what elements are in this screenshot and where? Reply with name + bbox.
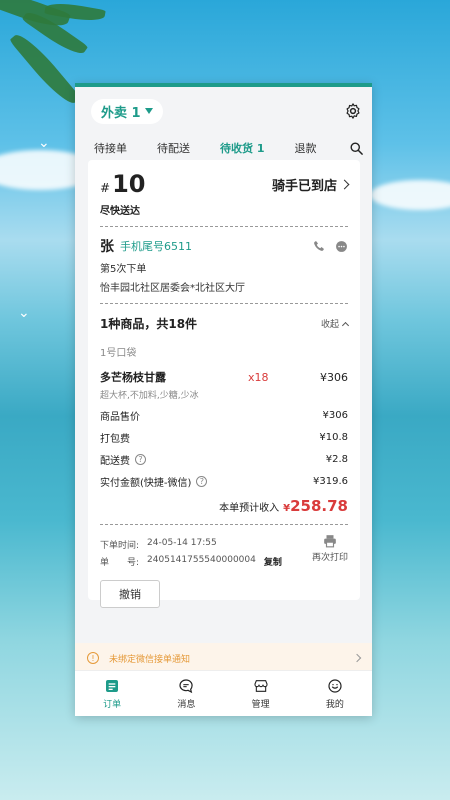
fee-row: 打包费 ¥10.8 [100,430,348,445]
item-name: 多芒杨枝甘露 [100,371,166,384]
goods-summary: 1种商品，共18件 [100,317,198,331]
order-icon [106,679,119,692]
fee-label: 商品售价 [100,412,140,423]
search-icon[interactable] [349,141,364,156]
order-card: # 10 骑手已到店 尽快送达 张 手机尾号6511 第5次下单 怡丰园北社区居… [88,160,360,608]
printer-icon [324,535,336,548]
income-label: 本单预计收入 [219,503,280,514]
delivery-address: 怡丰园北社区居委会*北社区大厅 [100,283,245,294]
hash-symbol: # [100,181,111,195]
rider-status-text: 骑手已到店 [271,178,337,194]
nav-profile[interactable]: 我的 [298,671,372,716]
seagull-icon: ⌄ [38,135,50,151]
fee-label: 打包费 [100,434,130,445]
order-count: 第5次下单 [100,264,147,275]
nav-messages[interactable]: 消息 [149,671,223,716]
collapse-toggle[interactable]: 收起 [320,317,350,330]
order-number-value: 10 [112,170,146,198]
item-qty: x18 [248,370,269,384]
nav-label: 订单 [103,699,122,710]
cancel-button[interactable]: 撤销 [100,580,160,608]
divider [100,303,348,304]
tab-pending-delivery[interactable]: 待配送 [157,140,190,156]
app-window: 外卖 1 待接单 待配送 待收货 1 退款 # 10 骑手已到店 尽快送达 张 … [75,83,372,716]
info-icon: ! [87,652,99,664]
wechat-notice-bar[interactable]: ! 未绑定微信接单通知 [75,643,372,673]
message-icon [179,678,193,693]
nav-label: 消息 [177,699,196,710]
order-id: 单 号: 2405141755540000004 复制 [100,555,282,568]
cloud [370,180,450,210]
fee-label: 配送费 [100,456,130,467]
notice-text: 未绑定微信接单通知 [109,654,191,665]
help-icon[interactable]: ? [135,454,146,465]
delivery-type: 尽快送达 [100,206,140,217]
collapse-label: 收起 [320,320,339,330]
top-bar: 外卖 1 [75,87,372,135]
chevron-right-icon [352,653,362,663]
rider-status-link[interactable]: 骑手已到店 [271,175,350,194]
order-tabs: 待接单 待配送 待收货 1 退款 [75,135,372,161]
reprint-label: 再次打印 [311,553,348,563]
fee-row: 实付金额(快捷-微信) ? ¥319.6 [100,474,348,489]
list-item: 多芒杨枝甘露 x18 ¥306 [100,369,348,385]
bag-label: 1号口袋 [100,348,137,359]
copy-button[interactable]: 复制 [264,555,282,568]
phone-icon[interactable] [313,240,325,252]
income-value: ¥258.78 [283,497,348,515]
item-spec: 超大杯,不加料,少糖,少冰 [100,391,199,401]
order-time-value: 24-05-14 17:55 [147,538,217,548]
chevron-up-icon [341,321,350,329]
tab-pending-accept[interactable]: 待接单 [94,140,127,156]
fee-label: 实付金额(快捷-微信) [100,478,192,489]
nav-label: 我的 [325,699,344,710]
fee-row: 商品售价 ¥306 [100,408,348,423]
mode-selector[interactable]: 外卖 1 [91,98,163,124]
bottom-nav: 订单 消息 管理 我的 [75,670,372,716]
seagull-icon: ⌄ [18,305,30,321]
help-icon[interactable]: ? [196,476,208,487]
mode-label: 外卖 1 [101,105,141,121]
order-time: 下单时间: 24-05-14 17:55 [100,538,282,551]
item-price: ¥306 [320,370,348,384]
customer-phone[interactable]: 手机尾号6511 [120,238,192,254]
gear-icon[interactable] [344,102,362,120]
expected-income: 本单预计收入 ¥258.78 [100,497,348,515]
fee-value: ¥306 [322,410,348,421]
nav-manage[interactable]: 管理 [224,671,298,716]
reprint-button[interactable]: 再次打印 [312,534,348,568]
fee-value: ¥10.8 [319,432,348,443]
tab-pending-receipt[interactable]: 待收货 1 [220,140,264,156]
order-id-label: 单 号: [100,558,140,568]
nav-orders[interactable]: 订单 [75,671,149,716]
order-id-value: 2405141755540000004 [147,555,256,565]
order-number: # 10 [100,170,145,198]
store-icon [254,679,268,692]
fee-value: ¥319.6 [313,476,348,487]
customer-name: 张 [100,239,114,255]
chat-icon[interactable] [335,240,348,253]
tab-refund[interactable]: 退款 [294,140,316,156]
profile-icon [328,678,342,693]
divider [100,226,348,227]
caret-down-icon [144,108,153,114]
fee-value: ¥2.8 [325,454,348,465]
order-time-label: 下单时间: [100,541,140,551]
chevron-right-icon [339,179,350,189]
nav-label: 管理 [251,699,270,710]
divider [100,524,348,525]
income-amount: 258.78 [290,497,348,515]
fee-row: 配送费 ? ¥2.8 [100,452,348,467]
